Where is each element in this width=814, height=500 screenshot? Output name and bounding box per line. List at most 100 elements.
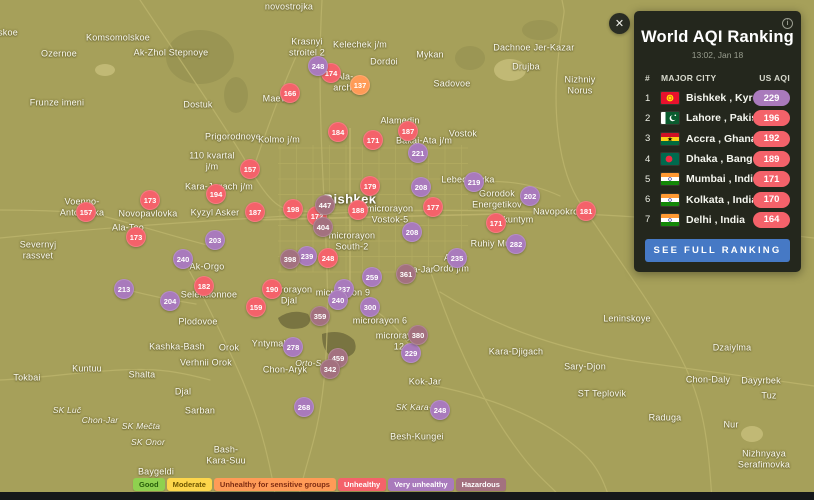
aqi-marker[interactable]: 171 (363, 130, 383, 150)
pk-flag-icon (661, 112, 679, 125)
aqi-marker[interactable]: 235 (447, 248, 467, 268)
in-flag-icon (661, 213, 679, 226)
panel-timestamp: 13:02, Jan 18 (691, 50, 744, 60)
aqi-marker[interactable]: 179 (360, 176, 380, 196)
aqi-marker[interactable]: 359 (310, 306, 330, 326)
col-rank: # (645, 73, 651, 83)
kg-flag-icon (661, 92, 679, 105)
ranking-row[interactable]: 6 Kolkata , India 170 (634, 189, 801, 209)
aqi-marker[interactable]: 202 (520, 186, 540, 206)
ranking-rows: 1 Bishkek , Kyrgyzstan229 2 Lahore , Pakist… (634, 88, 801, 230)
legend-item: Unhealthy for sensitive groups (213, 478, 336, 491)
aqi-value-badge: 229 (753, 90, 790, 107)
ranking-rank: 5 (645, 173, 651, 185)
aqi-marker[interactable]: 447 (315, 195, 335, 215)
aqi-marker[interactable]: 398 (280, 249, 300, 269)
aqi-marker[interactable]: 380 (408, 325, 428, 345)
aqi-value-badge: 192 (753, 130, 790, 147)
panel-title: World AQI Ranking (641, 28, 794, 46)
aqi-marker[interactable]: 208 (411, 177, 431, 197)
aqi-marker[interactable]: 157 (240, 159, 260, 179)
legend-item: Good (133, 478, 165, 491)
ranking-rank: 7 (645, 214, 651, 226)
ranking-row[interactable]: 3 Accra , Ghana 192 (634, 129, 801, 149)
aqi-marker[interactable]: 240 (173, 249, 193, 269)
ranking-city: Kolkata , India (686, 193, 753, 206)
ranking-rank: 3 (645, 133, 651, 145)
aqi-marker[interactable]: 361 (396, 264, 416, 284)
aqi-marker[interactable]: 137 (350, 75, 370, 95)
see-full-ranking-button[interactable]: SEE FULL RANKING (645, 239, 790, 262)
col-city: MAJOR CITY (661, 73, 717, 83)
close-icon: ✕ (614, 18, 625, 30)
ranking-city: Mumbai , India (686, 173, 753, 186)
ranking-row[interactable]: 5 Mumbai , India 171 (634, 169, 801, 189)
aqi-marker[interactable]: 300 (360, 297, 380, 317)
aqi-marker[interactable]: 248 (430, 400, 450, 420)
aqi-marker[interactable]: 173 (126, 227, 146, 247)
aqi-value-badge: 170 (753, 191, 790, 208)
aqi-map-screen: novostrojka skoe Komsomolskoe Ozernoe Ak-Zho… (0, 0, 814, 500)
aqi-marker[interactable]: 219 (464, 172, 484, 192)
aqi-value-badge: 171 (753, 171, 790, 188)
aqi-marker[interactable]: 171 (486, 213, 506, 233)
ranking-city: Dhaka , Bangladesh (686, 153, 753, 166)
legend-item: Moderate (166, 478, 212, 491)
ranking-city: Accra , Ghana (686, 132, 753, 145)
ranking-rank: 6 (645, 194, 651, 206)
aqi-marker[interactable]: 248 (318, 248, 338, 268)
aqi-marker[interactable]: 282 (506, 234, 526, 254)
info-icon-glyph: i (786, 20, 789, 27)
aqi-marker[interactable]: 187 (398, 121, 418, 141)
aqi-value-badge: 196 (753, 110, 790, 127)
aqi-marker[interactable]: 182 (194, 276, 214, 296)
aqi-marker[interactable]: 278 (283, 337, 303, 357)
aqi-marker[interactable]: 221 (408, 143, 428, 163)
aqi-marker[interactable]: 248 (308, 56, 328, 76)
aqi-marker[interactable]: 203 (205, 230, 225, 250)
aqi-marker[interactable]: 342 (320, 359, 340, 379)
ranking-city: Delhi , India (686, 213, 745, 226)
aqi-marker[interactable]: 204 (160, 291, 180, 311)
aqi-marker[interactable]: 208 (402, 222, 422, 242)
ranking-city: Bishkek , Kyrgyzstan (686, 92, 753, 105)
aqi-marker[interactable]: 213 (114, 279, 134, 299)
ranking-row[interactable]: 7 Delhi , India 164 (634, 210, 801, 230)
aqi-marker[interactable]: 157 (76, 202, 96, 222)
aqi-marker[interactable]: 188 (348, 200, 368, 220)
aqi-marker[interactable]: 239 (297, 246, 317, 266)
bd-flag-icon (661, 153, 679, 166)
ranking-row[interactable]: 1 Bishkek , Kyrgyzstan229 (634, 88, 801, 108)
ranking-header-row: # MAJOR CITY US AQI (634, 73, 801, 83)
aqi-marker[interactable]: 240 (328, 290, 348, 310)
ranking-row[interactable]: 4 Dhaka , Bangladesh189 (634, 149, 801, 169)
aqi-marker[interactable]: 173 (140, 190, 160, 210)
aqi-marker[interactable]: 184 (328, 122, 348, 142)
in-flag-icon (661, 193, 679, 206)
info-icon[interactable]: i (782, 18, 793, 29)
aqi-marker[interactable]: 166 (280, 83, 300, 103)
aqi-marker[interactable]: 268 (294, 397, 314, 417)
aqi-marker[interactable]: 159 (246, 297, 266, 317)
ranking-rank: 4 (645, 153, 651, 165)
world-aqi-ranking-panel: i World AQI Ranking 13:02, Jan 18 # MAJO… (634, 11, 801, 272)
legend-item: Very unhealthy (388, 478, 454, 491)
aqi-marker[interactable]: 194 (206, 184, 226, 204)
aqi-marker[interactable]: 181 (576, 201, 596, 221)
aqi-marker[interactable]: 177 (423, 197, 443, 217)
ranking-city: Lahore , Pakistan (686, 112, 753, 125)
aqi-marker[interactable]: 190 (262, 279, 282, 299)
aqi-legend: Good Moderate Unhealthy for sensitive grou… (133, 478, 506, 491)
aqi-marker[interactable]: 187 (245, 202, 265, 222)
aqi-marker[interactable]: 229 (401, 343, 421, 363)
legend-item: Hazardous (455, 478, 506, 491)
aqi-marker[interactable]: 259 (362, 267, 382, 287)
in-flag-icon (661, 173, 679, 186)
ranking-rank: 1 (645, 92, 651, 104)
aqi-marker[interactable]: 198 (283, 199, 303, 219)
close-panel-button[interactable]: ✕ (609, 13, 630, 34)
col-aqi: US AQI (759, 73, 790, 83)
aqi-marker[interactable]: 404 (313, 217, 333, 237)
bottom-bar (0, 492, 814, 500)
ranking-row[interactable]: 2 Lahore , Pakistan196 (634, 108, 801, 128)
